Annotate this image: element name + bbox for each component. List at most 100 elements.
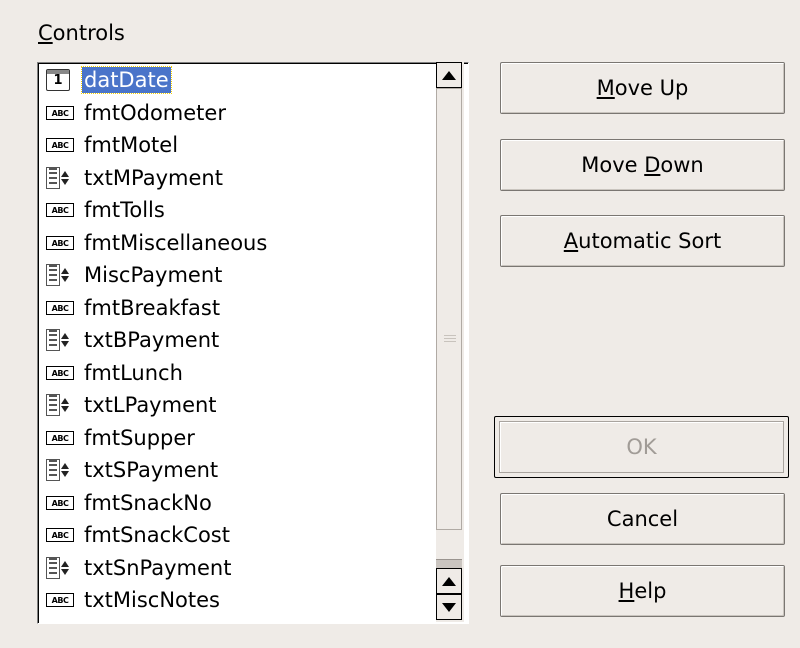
- controls-label-accel: C: [38, 21, 53, 45]
- formatted-field-icon: ABC: [40, 101, 82, 125]
- numeric-field-icon: [40, 393, 82, 417]
- list-item[interactable]: ABC fmtOdometer: [40, 97, 436, 130]
- list-item-label: fmtBreakfast: [84, 295, 221, 320]
- formatted-field-icon: ABC: [40, 198, 82, 222]
- spin-arrows-icon: [61, 560, 69, 575]
- spin-arrows-icon: [61, 398, 69, 413]
- numeric-field-icon: [40, 263, 82, 287]
- list-item-label: txtLPayment: [84, 393, 217, 418]
- automatic-sort-button[interactable]: Automatic Sort: [500, 215, 785, 267]
- help-button[interactable]: Help: [500, 565, 785, 617]
- list-item-label: datDate: [81, 66, 172, 95]
- cancel-button[interactable]: Cancel: [500, 493, 785, 545]
- abc-box-icon: ABC: [46, 105, 74, 120]
- list-scrollbar[interactable]: [436, 62, 464, 622]
- field-box-icon: [46, 556, 60, 579]
- date-field-icon: 1: [40, 68, 82, 92]
- spin-field-icon: [46, 329, 69, 352]
- list-item[interactable]: txtSnPayment: [40, 552, 436, 585]
- spin-arrows-icon: [61, 333, 69, 348]
- formatted-field-icon: ABC: [40, 361, 82, 385]
- spin-field-icon: [46, 459, 69, 482]
- controls-list[interactable]: 1 datDate ABC fmtOdometer ABC fmtMotel txtMPay…: [37, 62, 469, 624]
- scroll-thumb[interactable]: [436, 88, 462, 530]
- abc-box-icon: ABC: [46, 300, 74, 315]
- list-item-label: fmtLunch: [84, 360, 183, 385]
- list-item[interactable]: ABC fmtLunch: [40, 357, 436, 390]
- spin-field-icon: [46, 394, 69, 417]
- list-item-label: txtSnPayment: [84, 555, 232, 580]
- scroll-down-button[interactable]: [436, 594, 462, 620]
- arrow-up-icon: [442, 576, 456, 586]
- abc-box-icon: ABC: [46, 235, 74, 250]
- formatted-field-icon: ABC: [40, 491, 82, 515]
- spin-arrows-icon: [61, 463, 69, 478]
- controls-label: Controls: [38, 20, 125, 46]
- spin-arrows-icon: [61, 268, 69, 283]
- automatic-sort-accel: A: [563, 229, 579, 253]
- spin-field-icon: [46, 264, 69, 287]
- move-up-accel: M: [596, 76, 615, 100]
- field-box-icon: [46, 329, 60, 352]
- ok-button[interactable]: OK: [494, 416, 789, 478]
- abc-box-icon: ABC: [46, 593, 74, 608]
- list-item-label: fmtSnackNo: [84, 490, 212, 515]
- list-item[interactable]: MiscPayment: [40, 259, 436, 292]
- field-box-icon: [46, 394, 60, 417]
- ok-button-face: OK: [499, 421, 784, 473]
- scroll-grip-icon: [444, 338, 456, 339]
- formatted-field-icon: ABC: [40, 133, 82, 157]
- numeric-field-icon: [40, 458, 82, 482]
- field-box-icon: [46, 166, 60, 189]
- automatic-sort-rest: utomatic Sort: [578, 229, 722, 253]
- move-down-pre: Move: [581, 153, 645, 177]
- move-down-button[interactable]: Move Down: [500, 139, 785, 191]
- list-item[interactable]: ABC fmtSnackCost: [40, 519, 436, 552]
- scroll-up-button[interactable]: [436, 62, 462, 88]
- list-item-label: txtBPayment: [84, 328, 220, 353]
- controls-list-items: 1 datDate ABC fmtOdometer ABC fmtMotel txtMPay…: [40, 64, 436, 617]
- arrow-up-icon: [442, 70, 456, 80]
- list-item[interactable]: ABC fmtBreakfast: [40, 292, 436, 325]
- abc-box-icon: ABC: [46, 365, 74, 380]
- help-accel: H: [618, 579, 635, 603]
- list-item[interactable]: ABC fmtTolls: [40, 194, 436, 227]
- formatted-field-icon: ABC: [40, 588, 82, 612]
- list-item-label: txtSPayment: [84, 458, 219, 483]
- list-item[interactable]: txtLPayment: [40, 389, 436, 422]
- help-rest: elp: [634, 579, 667, 603]
- list-item-label: txtMiscNotes: [84, 588, 220, 613]
- list-item-label: fmtTolls: [84, 198, 165, 223]
- scroll-down-small-up-button[interactable]: [436, 568, 462, 594]
- abc-box-icon: ABC: [46, 138, 74, 153]
- list-item-label: fmtMotel: [84, 133, 179, 158]
- formatted-field-icon: ABC: [40, 296, 82, 320]
- list-item[interactable]: ABC txtMiscNotes: [40, 584, 436, 617]
- move-down-rest: own: [660, 153, 704, 177]
- move-up-button[interactable]: Move Up: [500, 62, 785, 114]
- abc-box-icon: ABC: [46, 528, 74, 543]
- list-item[interactable]: 1 datDate: [40, 64, 436, 97]
- move-up-rest: ove Up: [614, 76, 689, 100]
- list-item[interactable]: ABC fmtSnackNo: [40, 487, 436, 520]
- list-item-label: fmtMiscellaneous: [84, 230, 268, 255]
- move-down-accel: D: [644, 153, 661, 177]
- formatted-field-icon: ABC: [40, 523, 82, 547]
- formatted-field-icon: ABC: [40, 426, 82, 450]
- abc-box-icon: ABC: [46, 430, 74, 445]
- spin-arrows-icon: [61, 170, 69, 185]
- list-item[interactable]: ABC fmtMiscellaneous: [40, 227, 436, 260]
- list-item[interactable]: ABC fmtSupper: [40, 422, 436, 455]
- spin-field-icon: [46, 166, 69, 189]
- list-item[interactable]: ABC fmtMotel: [40, 129, 436, 162]
- list-item[interactable]: txtMPayment: [40, 162, 436, 195]
- list-item-label: fmtSupper: [84, 425, 195, 450]
- numeric-field-icon: [40, 328, 82, 352]
- list-item[interactable]: txtSPayment: [40, 454, 436, 487]
- list-item-label: fmtOdometer: [84, 100, 226, 125]
- abc-box-icon: ABC: [46, 495, 74, 510]
- list-item[interactable]: txtBPayment: [40, 324, 436, 357]
- numeric-field-icon: [40, 556, 82, 580]
- calendar-icon: 1: [46, 69, 70, 92]
- formatted-field-icon: ABC: [40, 231, 82, 255]
